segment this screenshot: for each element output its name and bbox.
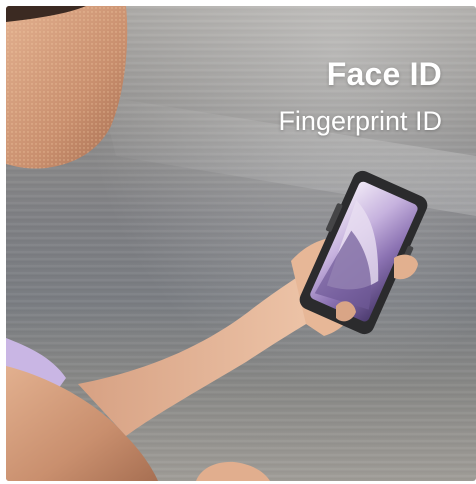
headline: Face ID xyxy=(326,56,442,92)
fingers xyxy=(394,254,418,280)
subheadline: Fingerprint ID xyxy=(278,106,442,136)
product-image: Face ID Fingerprint ID xyxy=(6,6,476,481)
forearm xyxy=(78,268,336,436)
lower-hand xyxy=(196,461,270,481)
